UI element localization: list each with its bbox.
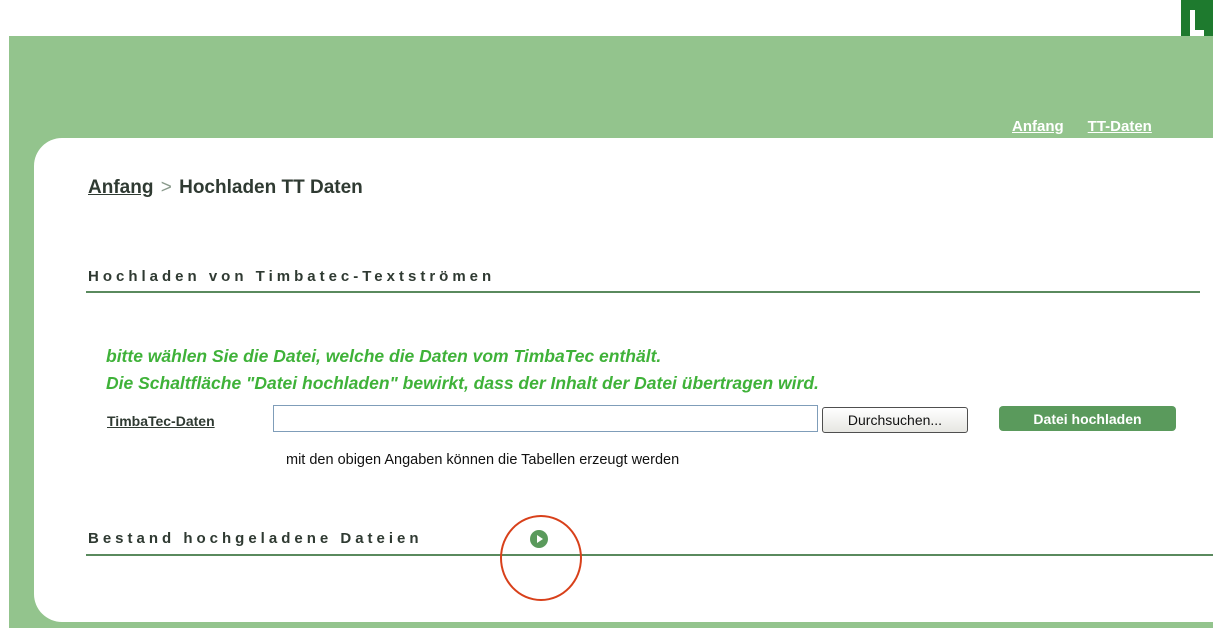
breadcrumb-home-link[interactable]: Anfang [88, 177, 153, 198]
upload-file-button[interactable]: Datei hochladen [999, 406, 1176, 431]
inventory-section-divider [86, 554, 1213, 556]
breadcrumb-current: Hochladen TT Daten [179, 177, 363, 198]
nav-tt-daten[interactable]: TT-Daten [1088, 118, 1152, 135]
upload-note: mit den obigen Angaben können die Tabell… [286, 452, 680, 468]
breadcrumb-separator: > [160, 177, 172, 198]
nav-anfang[interactable]: Anfang [1012, 118, 1064, 135]
top-nav: Anfang TT-Daten [1012, 118, 1152, 135]
timbatec-data-label[interactable]: TimbaTec-Daten [107, 413, 215, 429]
logo [1181, 0, 1213, 36]
inventory-section-title: Bestand hochgeladene Dateien [88, 530, 423, 547]
annotation-circle [500, 515, 582, 601]
upload-hint-line2: Die Schaltfläche "Datei hochladen" bewir… [106, 373, 819, 393]
browse-button[interactable]: Durchsuchen... [822, 407, 968, 433]
upload-section-title: Hochladen von Timbatec-Textströmen [88, 268, 496, 285]
upload-section-divider [86, 291, 1200, 293]
timbatec-file-input[interactable] [273, 405, 818, 432]
breadcrumb: Anfang > Hochladen TT Daten [88, 177, 363, 199]
upload-hint-line1: bitte wählen Sie die Datei, welche die D… [106, 346, 662, 366]
